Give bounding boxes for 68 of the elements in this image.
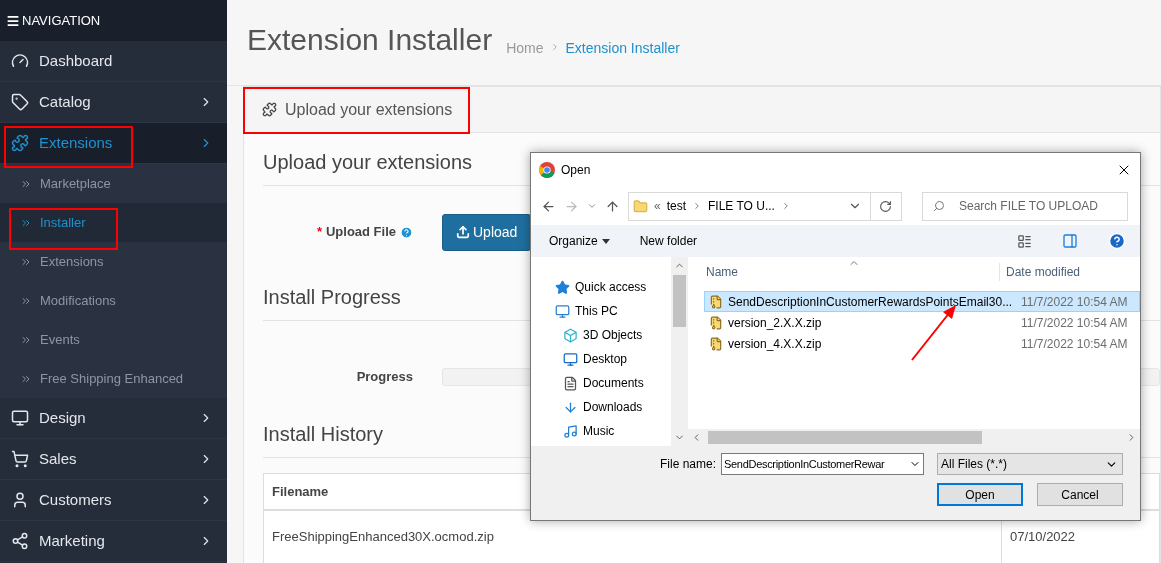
recent-dropdown-icon[interactable] <box>587 201 597 211</box>
refresh-icon <box>879 199 892 213</box>
search-input[interactable]: Search FILE TO UPLOAD <box>959 197 1127 215</box>
submenu-item[interactable]: Free Shipping Enhanced <box>0 359 227 398</box>
submenu-item[interactable]: Events <box>0 320 227 359</box>
file-name-label: File name: <box>659 456 716 473</box>
tree-item[interactable]: This PC <box>531 299 671 323</box>
upload-button[interactable]: Upload <box>442 213 532 251</box>
nav-icon <box>11 450 29 468</box>
path-segment[interactable]: FILE TO U... <box>708 197 775 215</box>
menu-icon[interactable] <box>6 13 20 28</box>
submenu-item[interactable]: Marketplace <box>0 164 227 203</box>
browser-logo-icon <box>539 162 555 178</box>
address-bar[interactable]: « test FILE TO U... <box>628 191 871 221</box>
help-icon[interactable] <box>1108 232 1126 250</box>
nav-icon <box>11 93 29 111</box>
search-icon <box>933 200 945 212</box>
zip-file-icon <box>709 294 723 309</box>
horizontal-scrollbar[interactable] <box>688 429 1140 446</box>
required-mark: * <box>316 223 322 242</box>
tree-item[interactable]: Quick access <box>531 275 671 299</box>
navigation-title: NAVIGATION <box>22 11 101 30</box>
file-row[interactable]: version_4.X.X.zip 11/7/2022 10:54 AM <box>704 333 1140 354</box>
file-type-select[interactable]: All Files (*.*) <box>937 453 1123 475</box>
tree-item[interactable]: Desktop <box>531 347 671 371</box>
toolbar-button[interactable]: New folder <box>639 232 698 250</box>
nav-item[interactable]: Extensions <box>0 123 227 164</box>
toolbar-button[interactable]: Organize <box>549 232 610 250</box>
nav-icon <box>11 409 29 427</box>
back-icon[interactable] <box>541 198 556 214</box>
file-name-field[interactable]: SendDescriptionInCustomerRewar <box>721 453 924 475</box>
refresh-button[interactable] <box>870 191 902 221</box>
view-options-icon[interactable] <box>1017 233 1032 249</box>
tree-item[interactable]: Music <box>531 419 671 443</box>
dialog-button[interactable]: Cancel <box>1037 483 1123 506</box>
submenu-item[interactable]: Installer <box>0 203 227 242</box>
column-header: Filename <box>272 483 329 499</box>
help-icon[interactable] <box>400 225 413 239</box>
submenu-item[interactable]: Modifications <box>0 281 227 320</box>
tree-item[interactable]: 3D Objects <box>531 323 671 347</box>
upload-icon <box>456 225 470 239</box>
preview-pane-icon[interactable] <box>1062 233 1078 249</box>
scrollbar-thumb[interactable] <box>708 431 982 444</box>
upload-file-label: Upload File <box>325 223 396 242</box>
submenu-item[interactable]: Extensions <box>0 242 227 281</box>
tree-item[interactable]: Documents <box>531 371 671 395</box>
zip-file-icon <box>709 315 723 330</box>
scrollbar[interactable] <box>671 257 688 446</box>
forward-icon[interactable] <box>564 198 579 214</box>
puzzle-icon <box>262 102 277 117</box>
nav-icon <box>11 134 29 152</box>
path-segment[interactable]: test <box>666 197 687 215</box>
scrollbar-thumb[interactable] <box>673 275 686 327</box>
nav-icon <box>11 532 29 550</box>
progress-label: Progress <box>355 368 413 387</box>
column-header[interactable]: Date modified <box>999 263 1081 281</box>
nav-icon <box>11 491 29 509</box>
search-field[interactable]: Search FILE TO UPLOAD <box>922 191 1128 221</box>
dialog-title: Open <box>561 162 592 179</box>
page-title: Extension Installer <box>247 25 493 55</box>
column-header[interactable]: Name <box>688 263 999 281</box>
path-overflow-marker[interactable]: « <box>654 197 661 215</box>
up-icon[interactable] <box>605 198 620 214</box>
file-row[interactable]: SendDescriptionInCustomerRewardsPointsEmail30... 11/7/2022 10:54 AM <box>704 291 1140 312</box>
panel-heading: Upload your extensions <box>285 99 453 120</box>
nav-icon <box>11 52 29 70</box>
dialog-button[interactable]: Open <box>937 483 1023 506</box>
zip-file-icon <box>709 336 723 351</box>
